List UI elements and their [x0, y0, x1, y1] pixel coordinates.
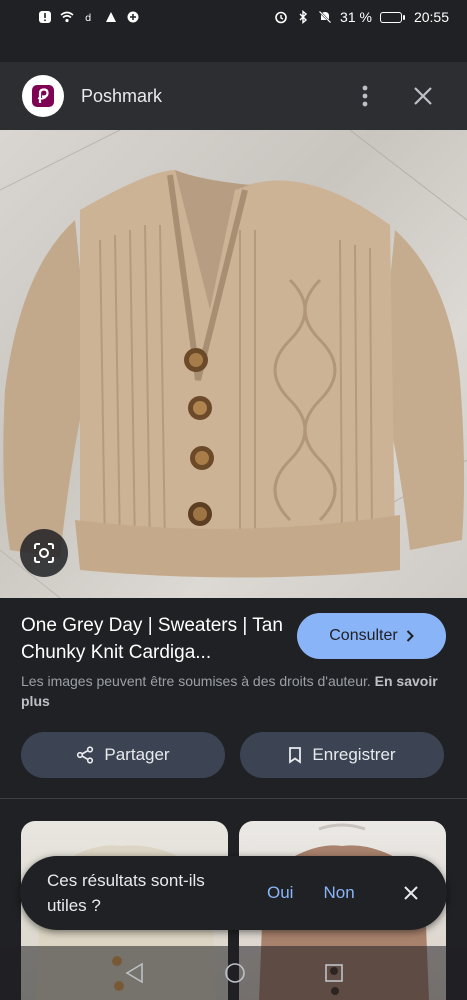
feedback-no-button[interactable]: Non — [323, 883, 354, 903]
home-icon[interactable] — [224, 962, 246, 984]
clock: 20:55 — [413, 9, 449, 25]
alert-icon — [39, 11, 51, 23]
vpn-icon — [127, 11, 139, 23]
share-button[interactable]: Partager — [21, 732, 225, 778]
back-icon[interactable] — [124, 962, 146, 984]
lens-icon[interactable] — [20, 529, 68, 577]
d-icon: d — [85, 13, 91, 24]
status-bar: d 31 % 20:55 — [0, 0, 467, 34]
site-name[interactable]: Poshmark — [81, 86, 343, 107]
alarm-icon — [275, 11, 287, 24]
save-button[interactable]: Enregistrer — [240, 732, 444, 778]
battery-percent: 31 % — [340, 9, 372, 25]
disclaimer-text: Les images peuvent être soumises à des d… — [21, 673, 371, 689]
share-button-label: Partager — [104, 745, 170, 764]
chevron-right-icon — [406, 630, 414, 642]
system-nav-bar — [0, 946, 467, 1000]
more-vert-icon[interactable] — [343, 74, 387, 118]
visit-button-label: Consulter — [329, 627, 398, 644]
app-icon — [106, 12, 116, 22]
close-icon[interactable] — [401, 74, 445, 118]
status-left: d — [38, 10, 140, 24]
cardigan-illustration — [0, 130, 467, 598]
share-icon — [77, 746, 94, 764]
bluetooth-icon — [299, 10, 308, 24]
feedback-bar: Ces résultats sont-ils utiles ? Oui Non — [20, 856, 447, 930]
product-title[interactable]: One Grey Day | Sweaters | Tan Chunky Kni… — [21, 612, 283, 666]
recents-icon[interactable] — [324, 963, 344, 983]
close-icon[interactable] — [399, 881, 423, 905]
visit-button[interactable]: Consulter — [297, 613, 446, 659]
feedback-question: Ces résultats sont-ils utiles ? — [47, 871, 205, 915]
battery-icon — [379, 11, 405, 23]
copyright-disclaimer: Les images peuvent être soumises à des d… — [21, 671, 449, 711]
status-right: 31 % 20:55 — [274, 9, 449, 25]
save-button-label: Enregistrer — [312, 745, 396, 764]
bookmark-icon — [289, 747, 302, 764]
poshmark-logo-mark — [32, 85, 54, 107]
poshmark-logo — [22, 75, 64, 117]
divider — [0, 798, 467, 799]
product-image[interactable] — [0, 130, 467, 598]
source-header: Poshmark — [0, 62, 467, 130]
wifi-icon — [60, 11, 74, 23]
feedback-yes-button[interactable]: Oui — [267, 883, 293, 903]
svg-text:d: d — [85, 13, 91, 24]
mute-icon — [318, 10, 332, 24]
